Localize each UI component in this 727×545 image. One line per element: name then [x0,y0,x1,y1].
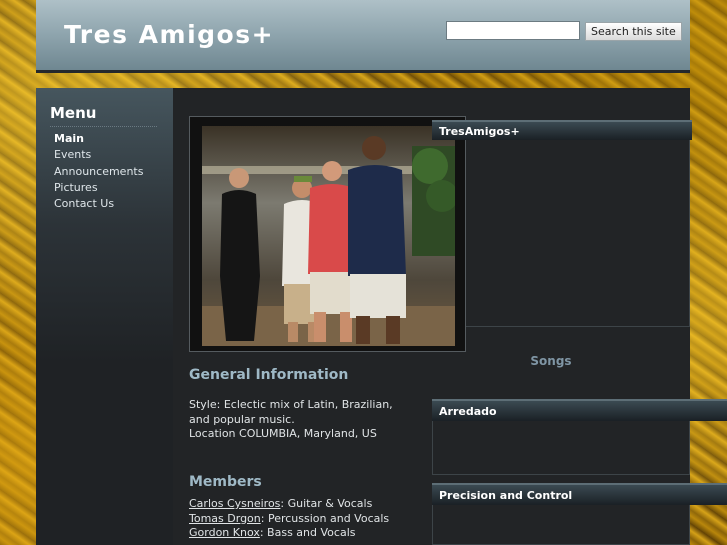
sidebar-item-contact-us[interactable]: Contact Us [54,196,143,212]
members-heading: Members [189,474,262,490]
member-role: : Percussion and Vocals [260,511,390,525]
songs-heading: Songs [530,354,572,368]
site-header: Tres Amigos+ Search this site [36,0,690,73]
search-button[interactable]: Search this site [585,22,682,41]
song-panel-header: Arredado [432,399,727,421]
list-item: Carlos Cysneiros: Guitar & Vocals [189,497,429,512]
page-content: Menu Main Events Announcements Pictures … [36,88,727,545]
song-title[interactable]: Precision and Control [439,489,572,502]
song-player[interactable] [432,421,690,475]
menu-title: Menu [50,104,97,122]
general-information-text: Style: Eclectic mix of Latin, Brazilian,… [189,398,404,442]
member-role: : Guitar & Vocals [280,497,373,510]
song-player[interactable] [432,505,690,545]
song-panel-header: Precision and Control [432,483,727,505]
member-link[interactable]: Gordon Knox [189,526,260,539]
member-link[interactable]: Carlos Cysneiros [189,497,280,510]
list-item: Tomas Drgon: Percussion and Vocals [189,512,429,527]
band-photo [202,126,455,346]
location-line: Location COLUMBIA, Maryland, US [189,427,377,440]
sidebar-item-events[interactable]: Events [54,147,143,163]
member-role: : Bass and Vocals [259,526,356,540]
sidebar-item-announcements[interactable]: Announcements [54,164,143,180]
song-title[interactable]: Arredado [439,405,497,418]
menu-divider [50,126,157,127]
search-input[interactable] [446,21,580,40]
general-information-heading: General Information [189,367,349,383]
band-photo-frame [189,116,466,352]
sidebar-item-pictures[interactable]: Pictures [54,180,143,196]
style-line: Style: Eclectic mix of Latin, Brazilian,… [189,398,393,426]
member-link[interactable]: Tomas Drgon [189,512,261,525]
sidebar-item-main[interactable]: Main [54,131,143,147]
band-panel-title: TresAmigos+ [439,125,520,138]
band-panel-body [466,140,690,327]
members-list: Carlos Cysneiros: Guitar & Vocals Tomas … [189,497,429,541]
list-item: Gordon Knox: Bass and Vocals [189,526,429,541]
sidebar: Menu Main Events Announcements Pictures … [36,88,173,545]
site-title[interactable]: Tres Amigos+ [64,20,274,49]
band-panel-header: TresAmigos+ [432,120,692,140]
sidebar-menu: Main Events Announcements Pictures Conta… [54,131,143,212]
